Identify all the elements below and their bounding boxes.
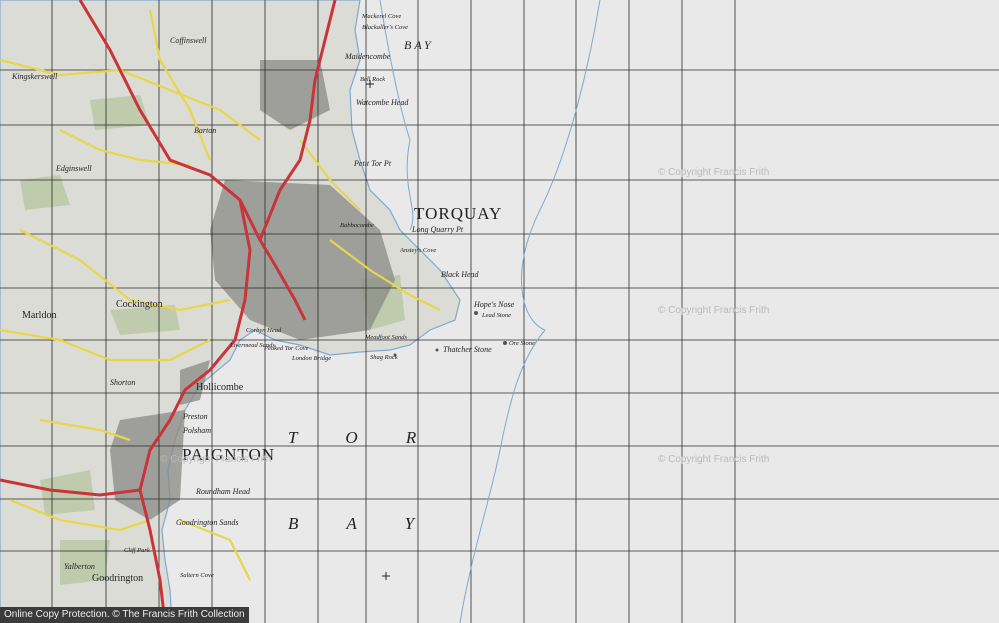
label-shag-rock: Shag Rock xyxy=(370,354,398,361)
label-watcombe-head: Watcombe Head xyxy=(356,98,409,107)
label-goodrington-sands: Goodrington Sands xyxy=(176,518,239,527)
map-canvas[interactable]: TORQUAY PAIGNTON T O R B A Y BAY Cocking… xyxy=(0,0,999,623)
label-thatcher-stone: Thatcher Stone xyxy=(443,345,492,354)
label-coffinswell: Coffinswell xyxy=(170,36,207,45)
label-bay-top: BAY xyxy=(404,38,434,52)
label-petit-tor: Petit Tor Pt xyxy=(354,159,392,168)
watermark: © Copyright Francis Frith xyxy=(658,167,770,178)
label-babbacombe: Babbacombe xyxy=(340,222,374,229)
label-corbyn-head: Corbyn Head xyxy=(246,327,282,334)
label-lead-stone: Lead Stone xyxy=(482,312,512,319)
label-black-head: Black Head xyxy=(441,270,479,279)
label-shorton: Shorton xyxy=(110,378,136,387)
label-roundham-head: Roundham Head xyxy=(196,487,250,496)
label-london-bridge: London Bridge xyxy=(292,355,332,362)
label-cliff-park: Cliff Park xyxy=(124,547,150,554)
label-torquay: TORQUAY xyxy=(414,204,503,223)
label-livermead-sands: Livermead Sands xyxy=(230,342,275,349)
watermark: © Copyright Francis Frith xyxy=(658,305,770,316)
label-yalberton: Yalberton xyxy=(64,562,95,571)
label-kingskerswell: Kingskerswell xyxy=(12,72,58,81)
watermark: © Copyright Francis Frith xyxy=(658,454,770,465)
watermark: © Copyright Francis Frith xyxy=(160,454,272,465)
label-preston: Preston xyxy=(183,412,208,421)
label-saltern-cove: Saltern Cove xyxy=(180,572,214,579)
copyright-footer: Online Copy Protection. © The Francis Fr… xyxy=(0,607,249,623)
label-edginswell: Edginswell xyxy=(56,164,92,173)
label-goodrington: Goodrington xyxy=(92,573,144,584)
label-long-quarry: Long Quarry Pt xyxy=(412,225,464,234)
label-ore-stone: Ore Stone xyxy=(509,340,535,347)
label-maidencombe: Maidencombe xyxy=(345,52,391,61)
label-tor-sea: T O R xyxy=(288,428,439,447)
label-marldon: Marldon xyxy=(22,310,57,321)
label-polsham: Polsham xyxy=(183,426,211,435)
label-barton: Barton xyxy=(194,126,217,135)
label-meadfoot-sands: Meadfoot Sands xyxy=(365,334,408,341)
label-blackaller-cove: Blackaller's Cove xyxy=(362,24,408,31)
label-hollicombe: Hollicombe xyxy=(196,382,244,393)
label-hopes-nose: Hope's Nose xyxy=(474,300,515,309)
label-bell-rock: Bell Rock xyxy=(360,76,386,83)
label-ansteys-cove: Anstey's Cove xyxy=(400,247,437,254)
label-bay-sea: B A Y xyxy=(288,514,437,533)
label-cockington: Cockington xyxy=(116,299,163,310)
label-mackerel-cove: Mackerel Cove xyxy=(362,13,402,20)
